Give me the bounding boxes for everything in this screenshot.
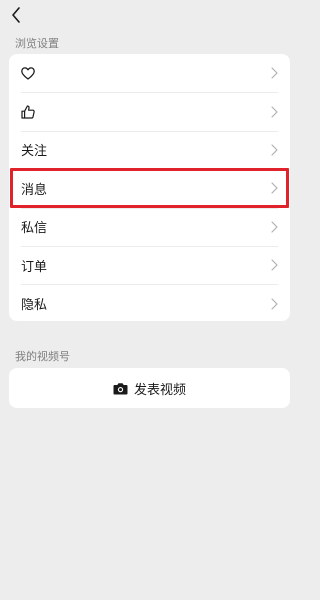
chevron-right-icon [271,182,278,194]
settings-row-follow[interactable]: 关注 [9,130,290,169]
settings-row-label: 关注 [21,144,48,160]
chevron-left-icon [12,7,20,23]
chevron-right-icon [271,259,278,271]
chevron-right-icon [271,105,278,118]
settings-row-private-messages[interactable]: 私信 [9,207,290,246]
thumbs-up-icon [21,104,35,119]
camera-icon [113,382,128,395]
channel-settings-screen: 浏览设置 关注 消息 私信 订单 隐私 我的视频号 发表视频 [0,0,299,600]
back-button[interactable] [6,4,26,26]
chevron-right-icon [271,221,278,233]
settings-row-privacy[interactable]: 隐私 [9,284,290,322]
settings-row-label: 隐私 [21,298,48,314]
settings-row-messages[interactable]: 消息 [9,169,290,207]
settings-row-liked[interactable] [9,54,290,92]
heart-outline-icon [21,66,35,80]
settings-row-orders[interactable]: 订单 [9,245,290,284]
settings-row-likes[interactable] [9,92,290,130]
section-label-my-channel: 我的视频号 [15,350,70,363]
chevron-right-icon [271,144,278,156]
section-label-browse-settings: 浏览设置 [15,37,59,50]
publish-video-label: 发表视频 [133,382,186,398]
chevron-right-icon [271,297,278,310]
settings-row-label: 私信 [21,221,48,237]
chevron-right-icon [271,67,278,79]
publish-video-content: 发表视频 [113,379,186,398]
publish-video-button[interactable]: 发表视频 [9,368,290,408]
settings-card: 关注 消息 私信 订单 隐私 [9,54,290,321]
settings-row-label: 消息 [21,182,48,198]
settings-row-label: 订单 [21,259,48,275]
